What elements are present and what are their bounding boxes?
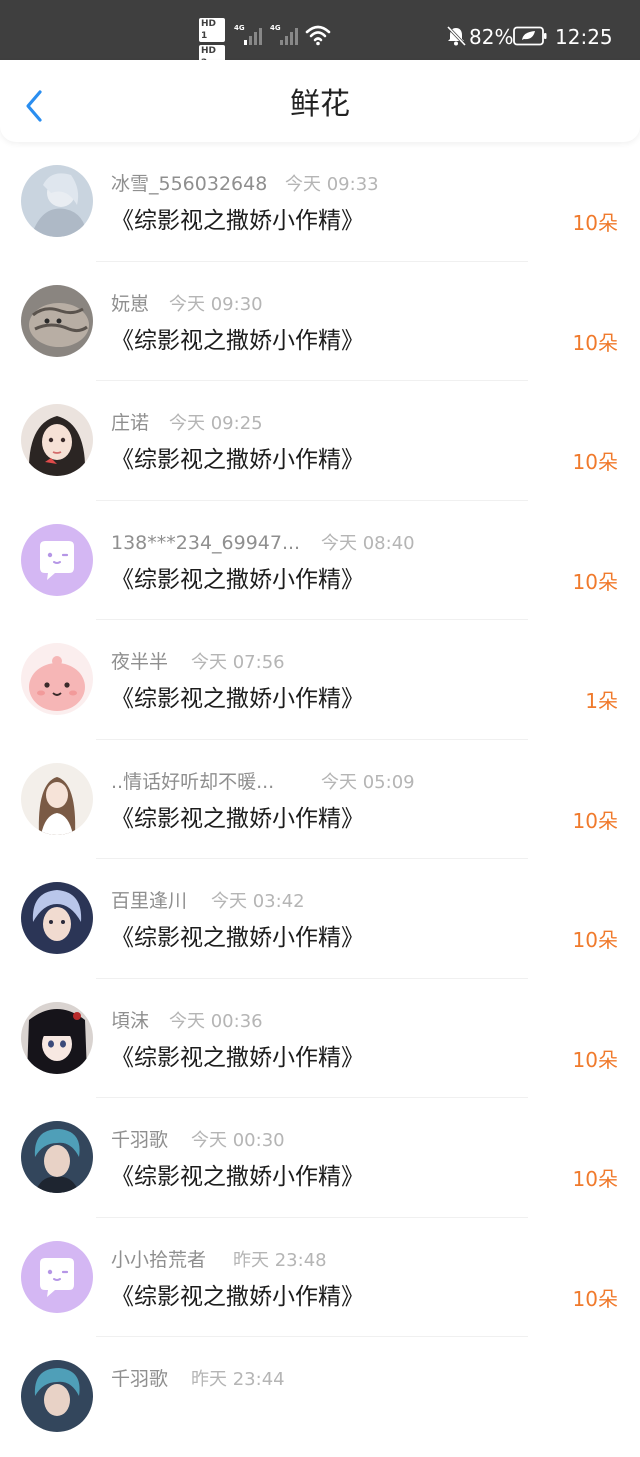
- clock: 12:25: [555, 25, 613, 49]
- sender-name: 百里逢川: [111, 890, 188, 912]
- default-avatar-icon: [21, 1240, 93, 1313]
- book-title: 《综影视之撒娇小作精》: [111, 1044, 364, 1071]
- avatar[interactable]: [21, 1121, 93, 1193]
- sender-name: 冰雪_556032648: [111, 173, 268, 195]
- sender-name: 庄诺: [111, 412, 150, 434]
- wifi-icon: [305, 25, 331, 46]
- book-title: 《综影视之撒娇小作精》: [111, 327, 364, 354]
- page-title: 鲜花: [290, 87, 350, 122]
- timestamp: 今天 05:09: [321, 771, 415, 793]
- book-title: 《综影视之撒娇小作精》: [111, 1283, 364, 1310]
- battery-percent: 82%: [469, 25, 514, 49]
- list-item[interactable]: ..情话好听却不暖... 今天 05:09 《综影视之撒娇小作精》 10朵: [0, 740, 640, 859]
- book-title: 《综影视之撒娇小作精》: [111, 566, 364, 593]
- list-item[interactable]: 頃沫 今天 00:36 《综影视之撒娇小作精》 10朵: [0, 979, 640, 1098]
- book-title: 《综影视之撒娇小作精》: [111, 1164, 364, 1190]
- list-item[interactable]: 138***234_69947... 今天 08:40 《综影视之撒娇小作精》 …: [0, 501, 640, 620]
- sender-name: 小小拾荒者: [111, 1248, 207, 1271]
- sender-name: 頃沫: [111, 1009, 150, 1032]
- avatar[interactable]: [21, 1001, 93, 1074]
- sender-name: 妧崽: [111, 292, 150, 315]
- list-item[interactable]: 千羽歌 今天 00:30 《综影视之撒娇小作精》 10朵: [0, 1098, 640, 1218]
- hd1-label: HD 1: [199, 18, 225, 42]
- flower-count: 10朵: [572, 330, 618, 355]
- book-title: 《综影视之撒娇小作精》: [111, 447, 364, 473]
- list-item[interactable]: 夜半半 今天 07:56 《综影视之撒娇小作精》 1朵: [0, 620, 640, 740]
- avatar[interactable]: [21, 1240, 93, 1313]
- flower-count: 10朵: [572, 1167, 618, 1191]
- list-item[interactable]: 冰雪_556032648 今天 09:33 《综影视之撒娇小作精》 10朵: [0, 142, 640, 262]
- sender-name: 千羽歌: [111, 1129, 169, 1151]
- timestamp: 今天 09:25: [169, 413, 263, 434]
- avatar[interactable]: [21, 643, 93, 715]
- timestamp: 今天 07:56: [191, 652, 285, 673]
- flower-count: 10朵: [572, 211, 618, 235]
- timestamp: 今天 00:36: [169, 1010, 263, 1032]
- list-item[interactable]: 小小拾荒者 昨天 23:48 《综影视之撒娇小作精》 10朵: [0, 1218, 640, 1337]
- timestamp: 今天 09:30: [169, 293, 263, 315]
- flower-count: 10朵: [572, 569, 618, 594]
- avatar[interactable]: [21, 1360, 93, 1432]
- list-item[interactable]: 千羽歌 昨天 23:44: [0, 1337, 640, 1457]
- flower-count: 10朵: [572, 1286, 618, 1311]
- timestamp: 今天 08:40: [321, 532, 415, 554]
- book-title: 《综影视之撒娇小作精》: [111, 925, 364, 951]
- timestamp: 今天 09:33: [285, 174, 379, 195]
- sender-name: 夜半半: [111, 651, 169, 673]
- timestamp: 昨天 23:44: [191, 1369, 285, 1390]
- list-item[interactable]: 百里逢川 今天 03:42 《综影视之撒娇小作精》 10朵: [0, 859, 640, 979]
- avatar[interactable]: [21, 762, 93, 835]
- header: 鲜花: [0, 60, 640, 142]
- hd-indicator: HD 1 HD 2: [199, 18, 229, 69]
- book-title: 《综影视之撒娇小作精》: [111, 805, 364, 832]
- default-avatar-icon: [21, 523, 93, 596]
- bell-off-icon: [446, 25, 467, 47]
- avatar[interactable]: [21, 165, 93, 237]
- timestamp: 昨天 23:48: [233, 1249, 327, 1271]
- book-title: 《综影视之撒娇小作精》: [111, 208, 364, 234]
- list-item[interactable]: 妧崽 今天 09:30 《综影视之撒娇小作精》 10朵: [0, 262, 640, 381]
- sender-name: 千羽歌: [111, 1368, 169, 1390]
- flower-count: 10朵: [572, 1047, 618, 1072]
- flower-count: 1朵: [585, 689, 618, 713]
- sender-name: 138***234_69947...: [111, 531, 301, 554]
- status-bar: HD 1 HD 2 4G 4G 82%: [0, 0, 640, 69]
- avatar[interactable]: [21, 882, 93, 954]
- avatar[interactable]: [21, 284, 93, 357]
- battery-icon: [513, 26, 547, 46]
- sender-name: ..情话好听却不暖...: [111, 770, 275, 793]
- flower-count: 10朵: [572, 928, 618, 952]
- book-title: 《综影视之撒娇小作精》: [111, 686, 364, 712]
- flower-count: 10朵: [572, 808, 618, 833]
- timestamp: 今天 03:42: [211, 891, 305, 912]
- flower-count: 10朵: [572, 450, 618, 474]
- list-item[interactable]: 庄诺 今天 09:25 《综影视之撒娇小作精》 10朵: [0, 381, 640, 501]
- avatar[interactable]: [21, 523, 93, 596]
- avatar[interactable]: [21, 404, 93, 476]
- timestamp: 今天 00:30: [191, 1130, 285, 1151]
- flower-list: 冰雪_556032648 今天 09:33 《综影视之撒娇小作精》 10朵 妧崽…: [0, 142, 640, 1457]
